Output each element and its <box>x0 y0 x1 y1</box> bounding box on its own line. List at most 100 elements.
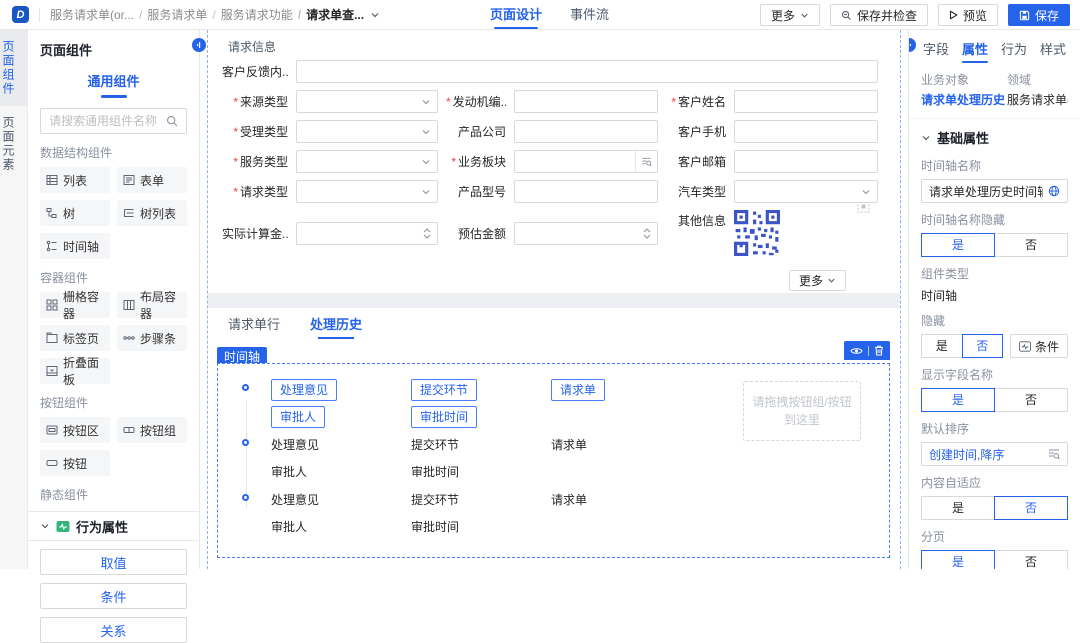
component-button-group[interactable]: 按钮组 <box>117 417 187 443</box>
chevron-down-icon[interactable] <box>370 10 380 20</box>
show-names-no[interactable]: 否 <box>994 388 1068 412</box>
timeline-item-row: 处理意见 提交环节 请求单 <box>271 491 587 508</box>
preview-button[interactable]: 预览 <box>938 4 998 26</box>
trash-icon[interactable] <box>874 345 884 356</box>
group-label-container: 容器组件 <box>40 269 187 286</box>
name-hidden-yes[interactable]: 是 <box>921 233 995 257</box>
breadcrumb-item[interactable]: 服务请求单(or... <box>50 6 134 23</box>
field-label: *发动机编... <box>446 93 506 110</box>
tab-event-flow[interactable]: 事件流 <box>570 0 609 30</box>
hidden-field: 隐藏 是 否 条件 <box>909 304 1080 358</box>
save-check-button[interactable]: 保存并检查 <box>830 4 928 26</box>
tab-style[interactable]: 样式 <box>1040 39 1066 65</box>
field-chip[interactable]: 审批时间 <box>411 406 477 428</box>
component-button-area[interactable]: 按钮区 <box>40 417 110 443</box>
component-timeline[interactable]: 时间轴 <box>40 233 110 259</box>
tab-page-design[interactable]: 页面设计 <box>490 0 542 30</box>
tab-fields[interactable]: 字段 <box>923 39 949 65</box>
rail-item-page-components[interactable]: 页面组件 <box>0 30 28 106</box>
product-company-input[interactable] <box>514 120 658 143</box>
component-group: 列表 表单 树 树列表 时间轴 <box>40 167 187 259</box>
behavior-section-header[interactable]: 行为属性 <box>28 511 199 541</box>
globe-icon[interactable] <box>1048 185 1060 197</box>
component-tree[interactable]: 树 <box>40 200 110 226</box>
engine-no-input[interactable] <box>514 90 658 113</box>
field-label: 组件类型 <box>921 265 1068 282</box>
relation-button[interactable]: 关系 <box>40 617 187 643</box>
field-label: 内容自适应 <box>921 474 1068 491</box>
field-chip[interactable]: 处理意见 <box>271 379 337 401</box>
number-spinner[interactable] <box>423 228 431 239</box>
adaptive-yes[interactable]: 是 <box>921 496 995 520</box>
request-type-select[interactable] <box>296 180 438 203</box>
more-button[interactable]: 更多 <box>760 4 820 26</box>
condition-button[interactable]: 条件 <box>40 583 187 609</box>
button-drop-zone[interactable]: 请拖拽按钮组/按钮到这里 <box>743 381 861 441</box>
component-form[interactable]: 表单 <box>117 167 187 193</box>
customer-name-input[interactable] <box>734 90 878 113</box>
hidden-yes[interactable]: 是 <box>921 334 963 358</box>
hidden-condition-button[interactable]: 条件 <box>1010 334 1068 358</box>
basic-props-section-header[interactable]: 基础属性 <box>909 119 1080 149</box>
value-button[interactable]: 取值 <box>40 549 187 575</box>
business-sector-lookup[interactable] <box>514 150 658 173</box>
save-button[interactable]: 保存 <box>1008 4 1070 26</box>
paging-no[interactable]: 否 <box>994 550 1068 569</box>
component-tree-table[interactable]: 树列表 <box>117 200 187 226</box>
component-type-field: 组件类型 时间轴 <box>909 257 1080 304</box>
default-sort-input[interactable] <box>929 447 1043 461</box>
component-collapse-panel[interactable]: 折叠面板 <box>40 358 110 384</box>
car-type-select[interactable] <box>734 180 878 203</box>
accept-type-select[interactable] <box>296 120 438 143</box>
service-type-select[interactable] <box>296 150 438 173</box>
timeline-name-input[interactable] <box>929 184 1043 198</box>
hidden-no[interactable]: 否 <box>962 334 1004 358</box>
actual-amount-number[interactable] <box>296 222 438 245</box>
app-logo-icon[interactable]: D <box>12 6 29 23</box>
customer-phone-input[interactable] <box>734 120 878 143</box>
component-tabs[interactable]: 标签页 <box>40 325 110 351</box>
rail-item-page-elements[interactable]: 页面元素 <box>0 106 28 182</box>
component-layout-container[interactable]: 布局容器 <box>117 292 187 318</box>
eye-icon[interactable] <box>850 346 863 356</box>
chevron-down-icon <box>421 127 431 137</box>
timeline-component-selection[interactable]: 处理意见 提交环节 请求单 审批人 审批时间 请拖拽按钮组/按钮到这里 处理意见… <box>217 363 890 558</box>
number-spinner[interactable] <box>643 228 651 239</box>
timeline-dot <box>242 439 249 446</box>
field-chip[interactable]: 请求单 <box>551 379 605 401</box>
table-search-icon[interactable] <box>1048 448 1060 460</box>
adaptive-no[interactable]: 否 <box>994 496 1068 520</box>
source-type-select[interactable] <box>296 90 438 113</box>
tab-behavior[interactable]: 行为 <box>1001 39 1027 65</box>
component-search <box>40 108 187 134</box>
field-chip[interactable]: 提交环节 <box>411 379 477 401</box>
component-search-input[interactable] <box>49 114 160 128</box>
show-names-yes[interactable]: 是 <box>921 388 995 412</box>
name-hidden-no[interactable]: 否 <box>994 233 1068 257</box>
field-chip[interactable]: 审批人 <box>271 406 325 428</box>
tab-properties[interactable]: 属性 <box>962 39 988 65</box>
field-label: *请求类型 <box>220 183 288 200</box>
breadcrumb-current[interactable]: 请求单查... <box>293 6 364 23</box>
breadcrumb-item[interactable]: 服务请求功能 <box>207 6 292 23</box>
component-label: 步骤条 <box>140 330 176 347</box>
field-label: 客户反馈内... <box>220 63 288 80</box>
paging-yes[interactable]: 是 <box>921 550 995 569</box>
business-object-link[interactable]: 请求单处理历史 <box>921 91 1007 108</box>
form-more-button[interactable]: 更多 <box>789 270 846 291</box>
tab-request-lines[interactable]: 请求单行 <box>228 314 280 339</box>
collapse-panel-icon[interactable] <box>192 38 206 52</box>
customer-email-input[interactable] <box>734 150 878 173</box>
component-steps[interactable]: 步骤条 <box>117 325 187 351</box>
component-list[interactable]: 列表 <box>40 167 110 193</box>
tab-common-components[interactable]: 通用组件 <box>28 63 199 90</box>
component-button[interactable]: 按钮 <box>40 450 110 476</box>
product-model-input[interactable] <box>514 180 658 203</box>
condition-icon <box>1019 341 1031 352</box>
customer-feedback-input[interactable] <box>296 60 878 83</box>
component-grid-container[interactable]: 栅格容器 <box>40 292 110 318</box>
component-label: 树 <box>63 205 75 222</box>
tab-process-history[interactable]: 处理历史 <box>310 314 362 339</box>
breadcrumb-item[interactable]: 服务请求单 <box>134 6 207 23</box>
estimate-amount-number[interactable] <box>514 222 658 245</box>
